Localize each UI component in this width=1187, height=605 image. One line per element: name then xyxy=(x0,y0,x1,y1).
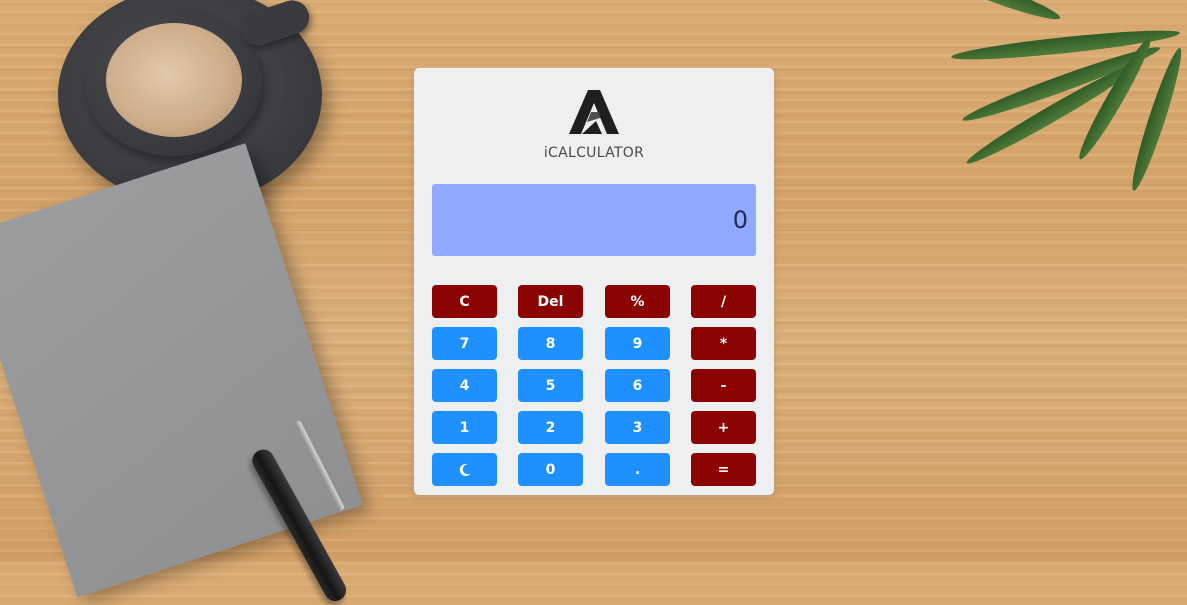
moon-icon xyxy=(459,463,471,476)
add-button[interactable]: + xyxy=(691,411,756,444)
subtract-label: - xyxy=(720,377,727,394)
digit-2-label: 2 xyxy=(545,419,556,436)
digit-9-label: 9 xyxy=(632,335,643,352)
percent-button[interactable]: % xyxy=(605,285,670,318)
divide-label: / xyxy=(720,293,727,310)
digit-8-label: 8 xyxy=(545,335,556,352)
equals-button[interactable]: = xyxy=(691,453,756,486)
decimal-button[interactable]: . xyxy=(605,453,670,486)
digit-1-label: 1 xyxy=(459,419,470,436)
display-value: 0 xyxy=(732,206,748,234)
digit-5-label: 5 xyxy=(545,377,556,394)
multiply-label: * xyxy=(719,335,728,352)
percent-label: % xyxy=(630,293,645,310)
decimal-label: . xyxy=(634,461,641,478)
coffee-surface xyxy=(106,23,242,137)
delete-label: Del xyxy=(537,293,564,310)
digit-6-button[interactable]: 6 xyxy=(605,369,670,402)
digit-0-button[interactable]: 0 xyxy=(518,453,583,486)
digit-7-label: 7 xyxy=(459,335,470,352)
divide-button[interactable]: / xyxy=(691,285,756,318)
app-brand: iCALCULATOR xyxy=(543,145,645,161)
clear-button[interactable]: C xyxy=(432,285,497,318)
digit-8-button[interactable]: 8 xyxy=(518,327,583,360)
digit-6-label: 6 xyxy=(632,377,643,394)
calculator-panel: iCALCULATOR 0 C Del % / 7 8 9 * 4 5 6 - … xyxy=(414,68,774,495)
digit-3-label: 3 xyxy=(632,419,643,436)
digit-2-button[interactable]: 2 xyxy=(518,411,583,444)
add-label: + xyxy=(717,419,730,436)
equals-label: = xyxy=(717,461,730,478)
digit-7-button[interactable]: 7 xyxy=(432,327,497,360)
digit-9-button[interactable]: 9 xyxy=(605,327,670,360)
digit-5-button[interactable]: 5 xyxy=(518,369,583,402)
digit-0-label: 0 xyxy=(545,461,556,478)
digit-4-label: 4 xyxy=(459,377,470,394)
clear-label: C xyxy=(459,293,470,310)
dark-mode-toggle[interactable] xyxy=(432,453,497,486)
app-logo xyxy=(569,90,619,134)
multiply-button[interactable]: * xyxy=(691,327,756,360)
delete-button[interactable]: Del xyxy=(518,285,583,318)
digit-1-button[interactable]: 1 xyxy=(432,411,497,444)
digit-4-button[interactable]: 4 xyxy=(432,369,497,402)
subtract-button[interactable]: - xyxy=(691,369,756,402)
calculator-display: 0 xyxy=(432,184,756,256)
digit-3-button[interactable]: 3 xyxy=(605,411,670,444)
